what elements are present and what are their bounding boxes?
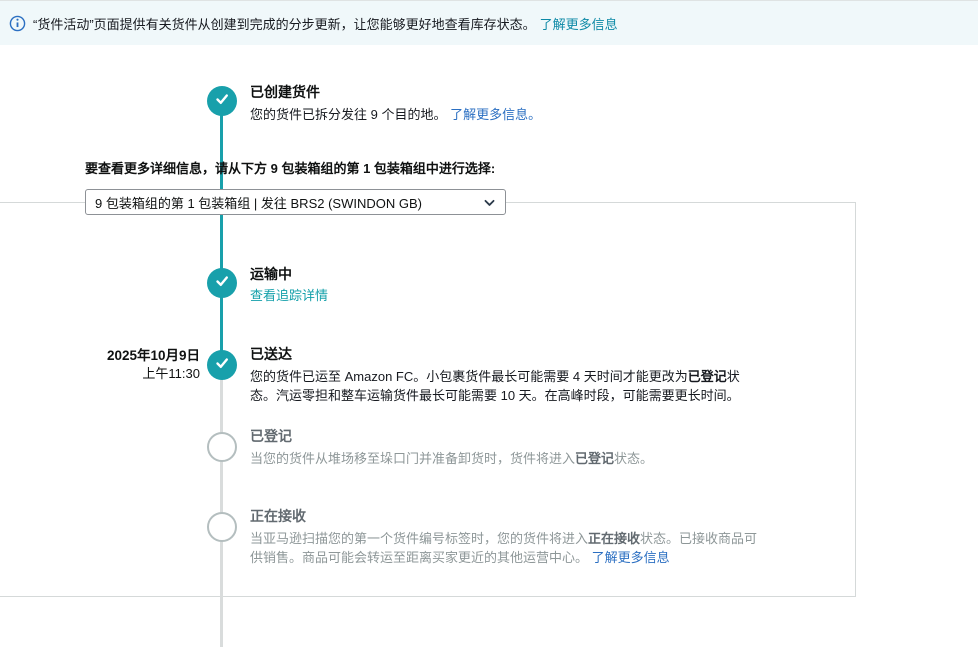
step-marker-created [207, 86, 237, 116]
banner-text: “货件活动”页面提供有关货件从创建到完成的分步更新，让您能够更好地查看库存状态。 [33, 14, 536, 33]
chevron-down-icon [483, 196, 496, 209]
learn-more-link[interactable]: 了解更多信息 [592, 550, 670, 565]
box-group-select-value: 9 包装箱组的第 1 包装箱组 | 发往 BRS2 (SWINDON GB) [95, 193, 422, 212]
step-description: 当亚马逊扫描您的第一个货件编号标签时，您的货件将进入正在接收状态。已接收商品可供… [250, 529, 766, 567]
timeline-line-completed [220, 101, 223, 365]
delivered-timestamp: 2025年10月9日 上午11:30 [40, 347, 200, 383]
timeline-step-checked-in: 已登记 当您的货件从堆场移至垛口门并准备卸货时，货件将进入已登记状态。 [250, 427, 653, 468]
checkmark-icon [214, 355, 230, 376]
step-marker-in-transit [207, 268, 237, 298]
step-marker-checked-in [207, 432, 237, 462]
status-keyword: 已登记 [688, 369, 727, 384]
box-group-selector-label: 要查看更多详细信息，请从下方 9 包装箱组的第 1 包装箱组中进行选择: [85, 158, 495, 177]
info-icon [9, 15, 26, 32]
step-marker-delivered [207, 350, 237, 380]
step-description: 您的货件已拆分发往 9 个目的地。 了解更多信息。 [250, 105, 541, 124]
timeline-step-delivered: 已送达 您的货件已运至 Amazon FC。小包裹货件最长可能需要 4 天时间才… [250, 345, 762, 405]
status-keyword: 正在接收 [588, 531, 640, 546]
timeline-step-created: 已创建货件 您的货件已拆分发往 9 个目的地。 了解更多信息。 [250, 83, 541, 124]
checkmark-icon [214, 273, 230, 294]
checkmark-icon [214, 91, 230, 112]
step-title: 已创建货件 [250, 83, 541, 101]
step-description-text: 当您的货件从堆场移至垛口门并准备卸货时，货件将进入 [250, 451, 575, 466]
box-group-select[interactable]: 9 包装箱组的第 1 包装箱组 | 发往 BRS2 (SWINDON GB) [85, 189, 506, 215]
banner-learn-more-link[interactable]: 了解更多信息 [540, 14, 618, 33]
step-title: 正在接收 [250, 507, 766, 525]
timeline-step-in-transit: 运输中 查看追踪详情 [250, 265, 328, 305]
timeline-line-pending [220, 365, 223, 647]
view-tracking-link[interactable]: 查看追踪详情 [250, 286, 328, 305]
step-description-text: 状态。 [614, 451, 653, 466]
learn-more-link[interactable]: 了解更多信息。 [450, 107, 541, 122]
delivered-time: 上午11:30 [40, 365, 200, 383]
delivered-date: 2025年10月9日 [40, 347, 200, 365]
step-title: 运输中 [250, 265, 328, 283]
timeline-step-receiving: 正在接收 当亚马逊扫描您的第一个货件编号标签时，您的货件将进入正在接收状态。已接… [250, 507, 766, 567]
step-description: 您的货件已运至 Amazon FC。小包裹货件最长可能需要 4 天时间才能更改为… [250, 367, 762, 405]
step-title: 已登记 [250, 427, 653, 445]
info-banner: “货件活动”页面提供有关货件从创建到完成的分步更新，让您能够更好地查看库存状态。… [0, 0, 978, 45]
step-description: 当您的货件从堆场移至垛口门并准备卸货时，货件将进入已登记状态。 [250, 449, 653, 468]
step-description-text: 您的货件已拆分发往 9 个目的地。 [250, 107, 446, 122]
status-keyword: 已登记 [575, 451, 614, 466]
step-marker-receiving [207, 512, 237, 542]
step-description-text: 您的货件已运至 Amazon FC。小包裹货件最长可能需要 4 天时间才能更改为 [250, 369, 688, 384]
step-description-text: 当亚马逊扫描您的第一个货件编号标签时，您的货件将进入 [250, 531, 588, 546]
step-title: 已送达 [250, 345, 762, 363]
